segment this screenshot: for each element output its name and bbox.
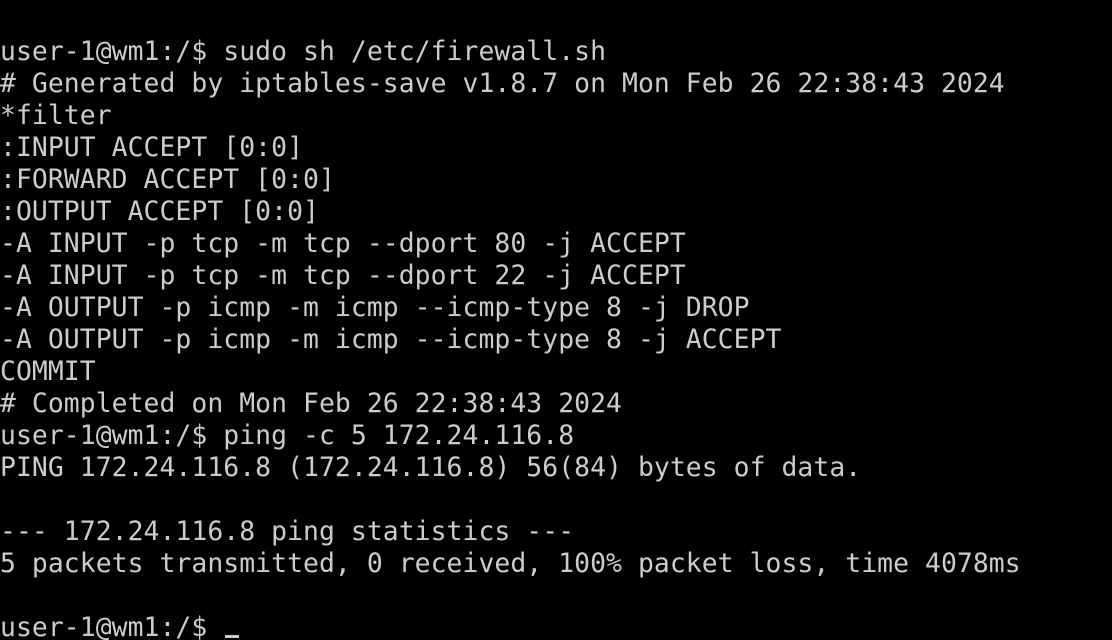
terminal-line: :FORWARD ACCEPT [0:0] (0, 164, 335, 195)
text-cursor (225, 635, 240, 638)
terminal-line: user-1@wm1:/$ ping -c 5 172.24.116.8 (0, 420, 575, 451)
terminal-line: :INPUT ACCEPT [0:0] (0, 132, 304, 163)
terminal-line: -A OUTPUT -p icmp -m icmp --icmp-type 8 … (0, 324, 782, 355)
terminal-line: COMMIT (0, 356, 96, 387)
terminal-line: -A OUTPUT -p icmp -m icmp --icmp-type 8 … (0, 292, 750, 323)
shell-prompt: user-1@wm1:/$ (0, 612, 224, 640)
terminal-line: *filter (0, 100, 112, 131)
terminal-line: :OUTPUT ACCEPT [0:0] (0, 196, 319, 227)
terminal-line: --- 172.24.116.8 ping statistics --- (0, 516, 575, 547)
terminal-line: # Completed on Mon Feb 26 22:38:43 2024 (0, 388, 622, 419)
terminal-prompt-line[interactable]: user-1@wm1:/$ (0, 612, 1112, 640)
terminal-line: -A INPUT -p tcp -m tcp --dport 22 -j ACC… (0, 260, 686, 291)
terminal-line: PING 172.24.116.8 (172.24.116.8) 56(84) … (0, 452, 862, 483)
terminal-line: -A INPUT -p tcp -m tcp --dport 80 -j ACC… (0, 228, 686, 259)
terminal-line: user-1@wm1:/$ sudo sh /etc/firewall.sh (0, 36, 607, 67)
terminal-line: # Generated by iptables-save v1.8.7 on M… (0, 68, 1005, 99)
terminal-window[interactable]: user-1@wm1:/$ sudo sh /etc/firewall.sh #… (0, 0, 1112, 640)
terminal-line: 5 packets transmitted, 0 received, 100% … (0, 548, 1021, 579)
